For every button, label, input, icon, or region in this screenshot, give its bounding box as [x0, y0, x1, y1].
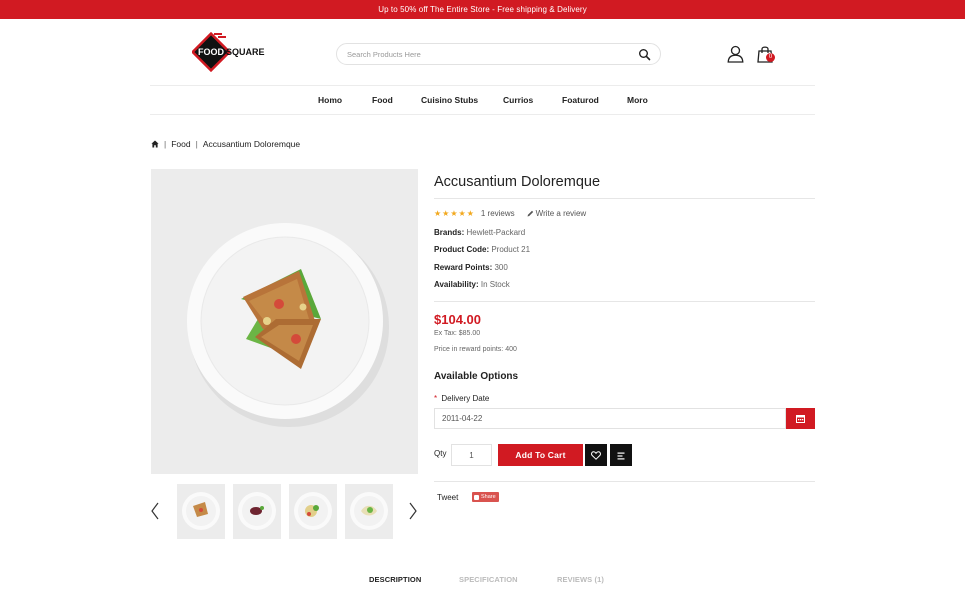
star-icon: ★ — [466, 209, 474, 218]
spec-availability: Availability: In Stock — [434, 280, 510, 289]
star-icon: ★ — [450, 209, 458, 218]
breadcrumb-current: Accusantium Doloremque — [202, 139, 301, 149]
product-title: Accusantium Doloremque — [434, 174, 601, 190]
heart-icon — [591, 450, 601, 460]
delivery-date-text: Delivery Date — [441, 394, 490, 403]
pencil-icon — [527, 210, 533, 217]
write-review-label: Write a review — [535, 209, 587, 218]
divider — [434, 198, 815, 199]
breadcrumb-separator: | — [164, 139, 167, 149]
tab-description[interactable]: DESCRIPTION — [369, 575, 421, 584]
gallery-thumbnail[interactable] — [289, 484, 337, 539]
ex-tax-price: Ex Tax: $85.00 — [434, 330, 481, 337]
gallery-thumbnail[interactable] — [233, 484, 281, 539]
wishlist-button[interactable] — [585, 444, 607, 466]
gallery-thumbnail[interactable] — [177, 484, 225, 539]
delivery-date-input[interactable] — [434, 408, 786, 429]
add-to-cart-button[interactable]: Add To Cart — [498, 444, 583, 466]
tweet-button[interactable]: Tweet — [437, 493, 458, 502]
logo-text-food: FOOD — [198, 47, 224, 57]
nav-item-cuisine-stubs[interactable]: Cuisino Stubs — [421, 95, 478, 105]
delivery-date-label: * Delivery Date — [434, 394, 489, 403]
calendar-button[interactable] — [786, 408, 815, 429]
chevron-left-icon[interactable] — [150, 502, 160, 520]
spec-brand: Brands: Hewlett-Packard — [434, 228, 525, 237]
nav-item-more[interactable]: Moro — [627, 95, 648, 105]
divider — [434, 481, 815, 482]
search-icon[interactable] — [638, 48, 651, 61]
promo-text: Up to 50% off The Entire Store - Free sh… — [378, 5, 587, 14]
quantity-input[interactable] — [451, 444, 492, 466]
gallery-thumbnail[interactable] — [345, 484, 393, 539]
spec-availability-label: Availability: — [434, 280, 479, 289]
nav-item-featured[interactable]: Foaturod — [562, 95, 599, 105]
user-icon[interactable] — [727, 45, 744, 63]
main-product-image[interactable] — [151, 169, 418, 474]
breadcrumb-separator: | — [195, 139, 198, 149]
share-button[interactable]: Share — [472, 492, 499, 502]
cart-count-badge: 0 — [766, 53, 775, 62]
spec-reward-points: Reward Points: 300 — [434, 263, 508, 272]
required-marker: * — [434, 394, 438, 403]
spec-brand-label: Brands: — [434, 228, 465, 237]
spec-code-value: Product 21 — [491, 245, 531, 254]
home-icon[interactable] — [151, 140, 159, 148]
spec-brand-value[interactable]: Hewlett-Packard — [466, 228, 525, 237]
share-icon — [474, 494, 479, 500]
nav-item-home[interactable]: Homo — [318, 95, 342, 105]
compare-icon — [617, 452, 624, 459]
available-options-title: Available Options — [434, 371, 519, 382]
share-label: Share — [481, 494, 496, 500]
rating-stars: ★ ★ ★ ★ ★ — [434, 209, 474, 218]
store-logo[interactable]: FOOD SQUARE — [192, 32, 268, 72]
write-review-link[interactable]: Write a review — [527, 209, 587, 218]
spec-reward-value: 300 — [494, 263, 508, 272]
star-icon: ★ — [458, 209, 466, 218]
product-rating: ★ ★ ★ ★ ★ 1 reviews Write a review — [434, 209, 586, 218]
logo-text-square: SQUARE — [226, 47, 265, 57]
search-input[interactable] — [347, 47, 627, 62]
tab-reviews[interactable]: REVIEWS (1) — [557, 575, 604, 584]
qty-label: Qty — [434, 449, 447, 458]
spec-product-code: Product Code: Product 21 — [434, 245, 530, 254]
promo-banner: Up to 50% off The Entire Store - Free sh… — [0, 0, 965, 19]
search-bar — [336, 43, 661, 65]
spec-reward-label: Reward Points: — [434, 263, 493, 272]
chevron-right-icon[interactable] — [408, 502, 418, 520]
calendar-icon — [796, 415, 805, 423]
breadcrumb-category[interactable]: Food — [171, 139, 190, 149]
spec-availability-value: In Stock — [480, 280, 510, 289]
nav-item-food[interactable]: Food — [372, 95, 393, 105]
star-icon: ★ — [442, 209, 450, 218]
divider — [434, 301, 815, 302]
main-nav: Homo Food Cuisino Stubs Currios Foaturod… — [150, 85, 815, 115]
spec-code-label: Product Code: — [434, 245, 490, 254]
product-price: $104.00 — [434, 312, 481, 327]
reviews-link[interactable]: 1 reviews — [481, 209, 515, 218]
breadcrumb: | Food | Accusantium Doloremque — [151, 139, 300, 149]
reward-points-price: Price in reward points: 400 — [434, 346, 517, 353]
compare-button[interactable] — [610, 444, 632, 466]
star-icon: ★ — [434, 209, 442, 218]
nav-item-curries[interactable]: Currios — [503, 95, 533, 105]
tab-specification[interactable]: SPECIFICATION — [459, 575, 518, 584]
